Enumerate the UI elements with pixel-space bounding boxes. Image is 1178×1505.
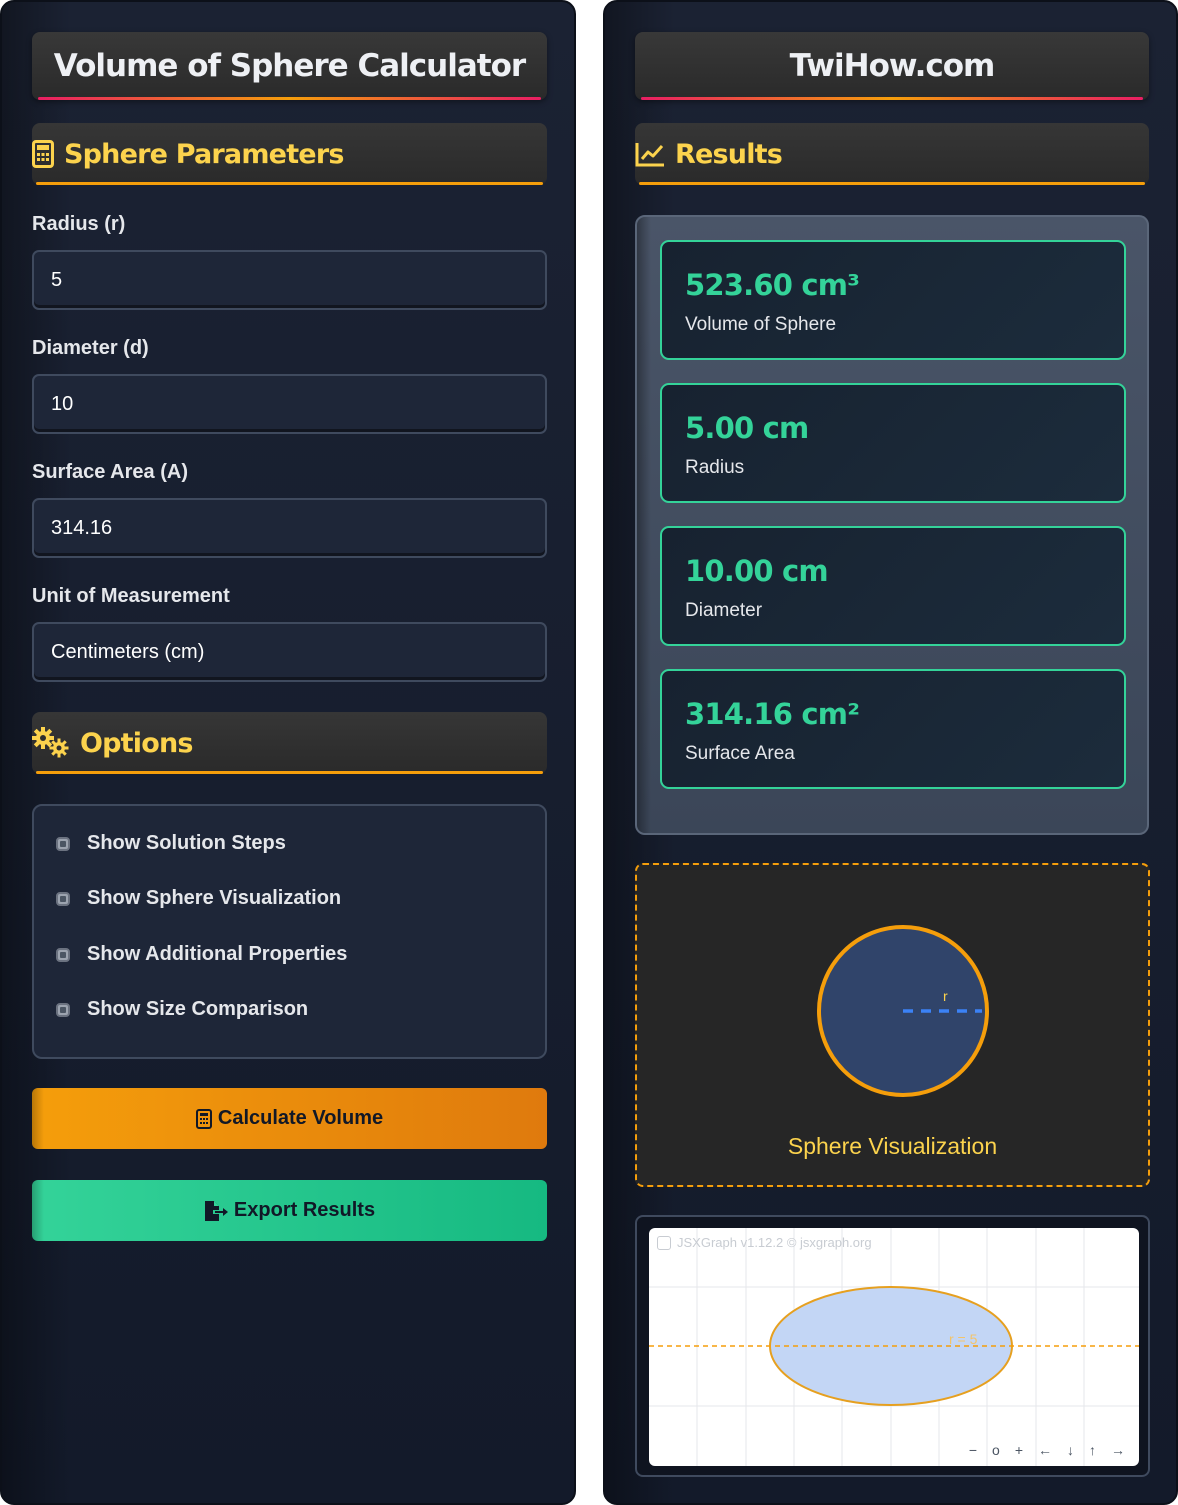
pan-left-button[interactable]: ←: [1038, 1442, 1052, 1458]
jsxgraph-logo-icon: [657, 1235, 671, 1250]
option-sphere-visualization[interactable]: Show Sphere Visualization: [56, 887, 341, 910]
jsxgraph-credit: JSXGraph v1.12.2 © jsxgraph.org: [657, 1235, 872, 1250]
surface-area-label: Surface Area (A): [32, 461, 188, 483]
checkbox-size-comparison[interactable]: [56, 1002, 70, 1017]
diameter-value: 10: [51, 392, 74, 415]
result-label: Surface Area: [685, 743, 795, 764]
result-volume: 523.60 cm³ Volume of Sphere: [660, 240, 1126, 360]
visualization-caption: Sphere Visualization: [787, 1133, 998, 1159]
jsxgraph-credit-text: JSXGraph v1.12.2 © jsxgraph.org: [677, 1235, 872, 1250]
radius-value: 5: [51, 268, 63, 291]
result-label: Radius: [685, 457, 745, 478]
result-label: Diameter: [685, 600, 763, 621]
options-header: Options: [32, 712, 547, 774]
result-value: 523.60 cm³: [685, 268, 860, 302]
surface-area-value: 314.16: [51, 516, 113, 539]
sphere-visualization: r Sphere Visualization: [635, 863, 1150, 1187]
option-label: Show Solution Steps: [87, 832, 286, 854]
radius-input[interactable]: 5: [32, 250, 547, 310]
zoom-reset-button[interactable]: o: [992, 1442, 1000, 1458]
result-diameter: 10.00 cm Diameter: [660, 526, 1126, 646]
calculator-icon: [195, 1108, 212, 1129]
unit-selected-value: Centimeters (cm): [51, 640, 205, 663]
zoom-out-button[interactable]: −: [969, 1442, 977, 1458]
parameters-heading: Sphere Parameters: [64, 138, 344, 170]
results-header: Results: [635, 123, 1149, 185]
site-title-text: TwiHow.com: [789, 48, 996, 84]
export-label: Export Results: [233, 1199, 376, 1221]
result-value: 5.00 cm: [685, 411, 809, 445]
result-radius: 5.00 cm Radius: [660, 383, 1126, 503]
calculate-label: Calculate Volume: [217, 1107, 384, 1129]
results-container: 523.60 cm³ Volume of Sphere 5.00 cm Radi…: [635, 215, 1149, 835]
parameters-header: Sphere Parameters: [32, 123, 547, 185]
surface-area-input[interactable]: 314.16: [32, 498, 547, 558]
calculator-panel: Volume of Sphere Calculator Sphere Param…: [0, 0, 576, 1505]
gears-icon: [32, 727, 70, 759]
result-value: 10.00 cm: [685, 554, 829, 588]
radius-label: Radius (r): [32, 213, 126, 235]
diameter-label: Diameter (d): [32, 337, 149, 359]
graph-radius-label: r = 5: [949, 1331, 978, 1347]
option-size-comparison[interactable]: Show Size Comparison: [56, 998, 308, 1021]
options-heading: Options: [80, 727, 193, 759]
option-label: Show Sphere Visualization: [87, 887, 342, 909]
calculator-title: Volume of Sphere Calculator: [32, 32, 547, 100]
unit-select[interactable]: Centimeters (cm): [32, 622, 547, 682]
sphere-drawing: r: [817, 925, 989, 1097]
pan-down-button[interactable]: ↓: [1067, 1442, 1074, 1458]
zoom-in-button[interactable]: +: [1015, 1442, 1023, 1458]
result-surface-area: 314.16 cm² Surface Area: [660, 669, 1126, 789]
option-additional-properties[interactable]: Show Additional Properties: [56, 943, 347, 966]
result-value: 314.16 cm²: [685, 697, 860, 731]
option-solution-steps[interactable]: Show Solution Steps: [56, 832, 286, 855]
option-label: Show Additional Properties: [87, 943, 348, 965]
calculate-volume-button[interactable]: Calculate Volume: [32, 1088, 547, 1149]
calculator-icon: [32, 140, 54, 168]
radius-marker: r: [943, 988, 948, 1004]
checkbox-sphere-visualization[interactable]: [56, 891, 70, 906]
results-panel: TwiHow.com Results 523.60 cm³ Volume of …: [603, 0, 1178, 1505]
results-heading: Results: [675, 138, 783, 170]
checkbox-additional-properties[interactable]: [56, 947, 70, 962]
result-label: Volume of Sphere: [685, 314, 837, 335]
graph-canvas: r = 5: [649, 1228, 1139, 1466]
options-list: Show Solution Steps Show Sphere Visualiz…: [32, 804, 547, 1059]
checkbox-solution-steps[interactable]: [56, 836, 70, 851]
calculator-title-text: Volume of Sphere Calculator: [53, 48, 526, 84]
file-export-icon: [204, 1200, 228, 1222]
diameter-input[interactable]: 10: [32, 374, 547, 434]
pan-right-button[interactable]: →: [1111, 1442, 1125, 1458]
jsxgraph-board[interactable]: r = 5 JSXGraph v1.12.2 © jsxgraph.org − …: [649, 1228, 1139, 1466]
graph-navigation: − o + ← ↓ ↑ →: [969, 1442, 1125, 1458]
graph-container: r = 5 JSXGraph v1.12.2 © jsxgraph.org − …: [635, 1215, 1150, 1477]
site-title: TwiHow.com: [635, 32, 1149, 100]
option-label: Show Size Comparison: [87, 998, 309, 1020]
unit-label: Unit of Measurement: [32, 585, 230, 607]
export-results-button[interactable]: Export Results: [32, 1180, 547, 1241]
pan-up-button[interactable]: ↑: [1089, 1442, 1096, 1458]
chart-line-icon: [635, 141, 665, 167]
